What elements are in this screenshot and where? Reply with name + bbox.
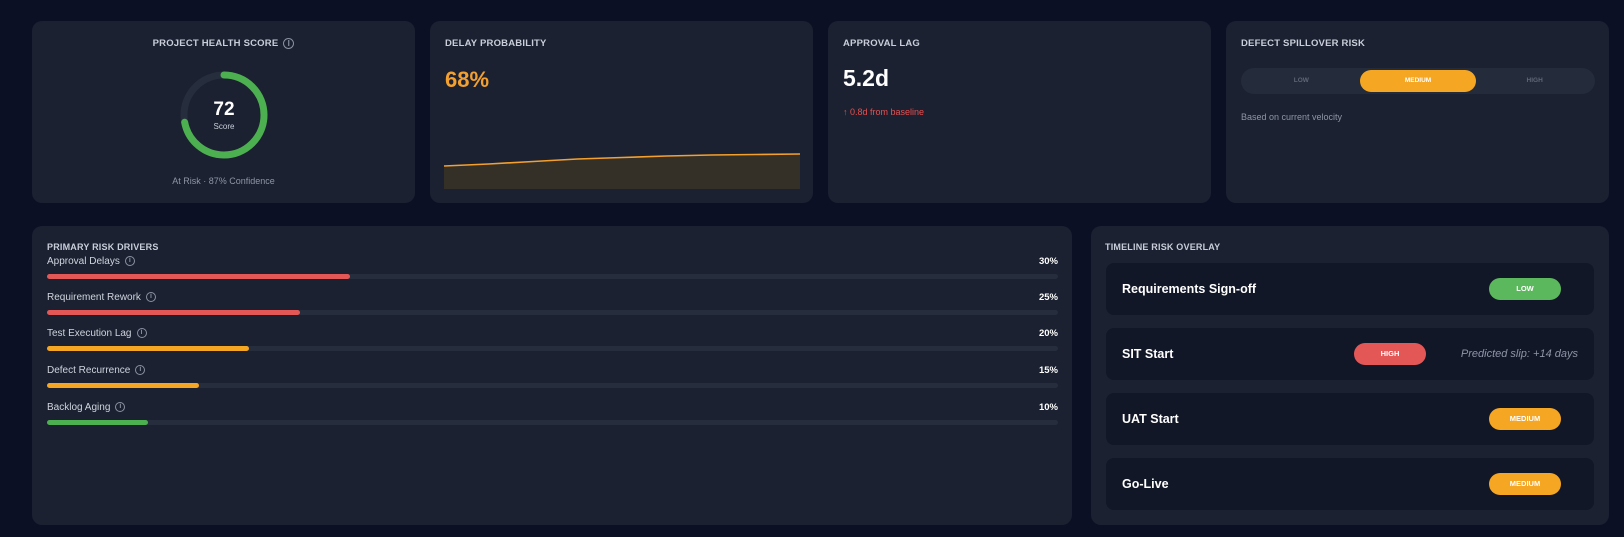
- predicted-slip-note: Predicted slip: +14 days: [1460, 348, 1578, 360]
- risk-driver-label: Backlog Aging i: [47, 402, 126, 413]
- timeline-milestone-name: UAT Start: [1122, 412, 1179, 426]
- risk-driver-track: [47, 420, 1058, 425]
- timeline-row-sit-start[interactable]: SIT Start HIGH Predicted slip: +14 days: [1106, 328, 1594, 380]
- risk-driver-label: Test Execution Lag i: [47, 328, 147, 339]
- risk-option-high[interactable]: HIGH: [1476, 70, 1593, 92]
- defect-spillover-card: DEFECT SPILLOVER RISK LOW MEDIUM HIGH Ba…: [1226, 21, 1609, 203]
- risk-driver-percent: 25%: [1038, 292, 1058, 303]
- risk-driver-label: Defect Recurrence i: [47, 365, 146, 376]
- risk-driver-bar: [47, 420, 149, 425]
- risk-driver-percent: 10%: [1038, 402, 1058, 413]
- risk-driver-row: Test Execution Lag i 20%: [47, 328, 1058, 360]
- risk-drivers-title: PRIMARY RISK DRIVERS: [47, 242, 159, 252]
- timeline-row-requirements-sign-off[interactable]: Requirements Sign-off LOW: [1106, 263, 1594, 315]
- risk-driver-bar: [47, 310, 300, 315]
- risk-driver-row: Backlog Aging i 10%: [47, 402, 1058, 434]
- risk-driver-label: Approval Delays i: [47, 256, 135, 267]
- risk-driver-bar: [47, 346, 250, 351]
- risk-option-low[interactable]: LOW: [1243, 70, 1360, 92]
- risk-badge: MEDIUM: [1489, 473, 1561, 495]
- info-icon[interactable]: i: [135, 365, 146, 376]
- timeline-risk-card: TIMELINE RISK OVERLAY Requirements Sign-…: [1091, 226, 1609, 525]
- approval-lag-title: APPROVAL LAG: [843, 38, 920, 49]
- delay-probability-value: 68%: [445, 67, 490, 92]
- timeline-risk-title: TIMELINE RISK OVERLAY: [1105, 242, 1221, 252]
- risk-driver-row: Defect Recurrence i 15%: [47, 365, 1058, 397]
- risk-driver-percent: 30%: [1038, 256, 1058, 267]
- approval-lag-value: 5.2d: [843, 65, 890, 91]
- info-icon[interactable]: i: [283, 38, 295, 49]
- approval-lag-card: APPROVAL LAG 5.2d ↑ 0.8d from baseline: [828, 21, 1211, 203]
- risk-driver-track: [47, 346, 1058, 351]
- timeline-milestone-name: SIT Start: [1122, 347, 1174, 361]
- info-icon[interactable]: i: [145, 292, 156, 303]
- risk-option-medium[interactable]: MEDIUM: [1359, 70, 1477, 92]
- delay-probability-card: DELAY PROBABILITY 68%: [430, 21, 813, 203]
- delay-sparkline: [444, 153, 800, 189]
- defect-spillover-title: DEFECT SPILLOVER RISK: [1241, 38, 1366, 49]
- risk-badge: HIGH: [1354, 343, 1426, 365]
- timeline-milestone-name: Go-Live: [1122, 477, 1169, 491]
- timeline-row-go-live[interactable]: Go-Live MEDIUM: [1106, 458, 1594, 510]
- risk-level-selector: LOW MEDIUM HIGH: [1241, 68, 1595, 94]
- risk-driver-label: Requirement Rework i: [47, 292, 156, 303]
- timeline-milestone-name: Requirements Sign-off: [1122, 282, 1257, 296]
- health-score-value: 72: [213, 99, 235, 120]
- risk-driver-row: Approval Delays i 30%: [47, 256, 1058, 288]
- info-icon[interactable]: i: [124, 256, 135, 267]
- info-icon[interactable]: i: [115, 402, 126, 413]
- risk-drivers-card: PRIMARY RISK DRIVERS Approval Delays i 30…: [32, 226, 1072, 525]
- risk-driver-bar: [47, 383, 199, 388]
- defect-spillover-note: Based on current velocity: [1241, 112, 1343, 122]
- delay-probability-title: DELAY PROBABILITY: [445, 38, 547, 49]
- sparkline-area: [444, 154, 800, 189]
- info-icon[interactable]: i: [136, 328, 147, 339]
- risk-driver-row: Requirement Rework i 25%: [47, 292, 1058, 324]
- timeline-row-uat-start[interactable]: UAT Start MEDIUM: [1106, 393, 1594, 445]
- health-score-label: Score: [213, 122, 235, 131]
- health-score-footer: At Risk · 87% Confidence: [172, 176, 275, 186]
- risk-driver-percent: 20%: [1038, 328, 1058, 339]
- risk-driver-track: [47, 383, 1058, 388]
- risk-driver-track: [47, 310, 1058, 315]
- approval-lag-trend: ↑ 0.8d from baseline: [843, 107, 925, 117]
- risk-driver-percent: 15%: [1038, 365, 1058, 376]
- project-health-title: PROJECT HEALTH SCORE i: [32, 38, 415, 49]
- risk-badge: MEDIUM: [1489, 408, 1561, 430]
- risk-driver-track: [47, 274, 1058, 279]
- project-health-card: PROJECT HEALTH SCORE i 72 Score At Risk ·…: [32, 21, 415, 203]
- risk-driver-bar: [47, 274, 351, 279]
- risk-badge: LOW: [1489, 278, 1561, 300]
